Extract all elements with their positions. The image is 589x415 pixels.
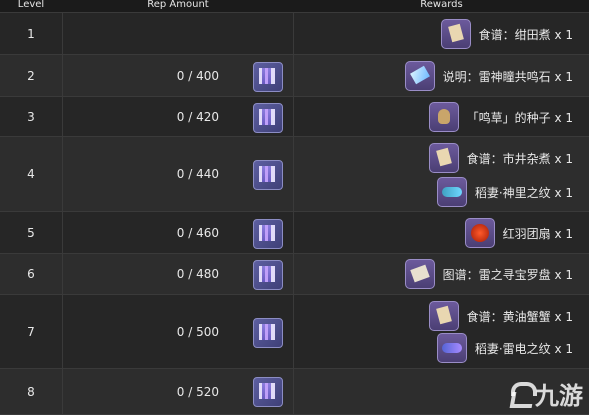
rep-amount: 0 / 480 <box>176 267 219 281</box>
reward-text: 稻妻·神里之纹 x 1 <box>474 185 573 200</box>
level-cell: 6 <box>27 267 35 281</box>
recipe-icon <box>428 301 459 331</box>
rep-cell: 0 / 420 <box>63 97 293 136</box>
reputation-icon <box>253 260 283 290</box>
level-cell: 4 <box>27 167 35 181</box>
rep-cell: 0 / 520 <box>63 369 293 414</box>
rep-amount: 0 / 420 <box>176 109 219 124</box>
blueprint-icon <box>404 259 435 289</box>
rewards-cell: 食谱：绀田煮 x 1 <box>294 13 589 54</box>
rewards-cell: 图谱：雷之寻宝罗盘 x 1 <box>294 254 589 294</box>
reward-item: 说明：雷神瞳共鸣石 x 1 <box>404 61 573 91</box>
rep-cell: 0 / 440 <box>63 137 293 211</box>
rewards-cell: 食谱：市井杂煮 x 1 稻妻·神里之纹 x 1 <box>294 137 589 211</box>
header-rewards: Rewards <box>420 0 463 10</box>
recipe-icon <box>440 19 471 49</box>
table-row: 3 0 / 420 「鸣草」的种子 x 1 <box>0 97 589 137</box>
reward-item: 食谱：市井杂煮 x 1 <box>428 143 573 173</box>
table-row: 7 0 / 500 食谱：黄油蟹蟹 x 1 稻妻·雷电之纹 x 1 <box>0 295 589 369</box>
reputation-icon <box>253 160 283 190</box>
rep-cell: 0 / 500 <box>63 295 293 368</box>
reward-item: 稻妻·雷电之纹 x 1 <box>436 333 573 363</box>
reputation-icon <box>253 219 283 249</box>
table-row: 8 0 / 520 <box>0 369 589 415</box>
level-cell: 7 <box>27 324 35 339</box>
rep-amount: 0 / 460 <box>176 225 219 240</box>
rep-cell: 0 / 480 <box>63 254 293 294</box>
reward-text: 食谱：绀田煮 x 1 <box>478 27 573 42</box>
nameplate-icon <box>436 333 467 363</box>
reward-item: 图谱：雷之寻宝罗盘 x 1 <box>404 259 573 289</box>
rep-amount: 0 / 400 <box>176 68 219 83</box>
header-rep-amount: Rep Amount <box>147 0 209 10</box>
rep-amount: 0 / 500 <box>176 324 219 339</box>
table-row: 4 0 / 440 食谱：市井杂煮 x 1 稻妻·神里之纹 x 1 <box>0 137 589 212</box>
rep-amount: 0 / 440 <box>176 167 219 181</box>
level-cell: 1 <box>27 26 35 41</box>
crystal-icon <box>404 61 435 91</box>
reward-item: 「鸣草」的种子 x 1 <box>428 102 573 132</box>
reward-text: 食谱：市井杂煮 x 1 <box>466 151 573 166</box>
fan-icon <box>464 218 495 248</box>
table-row: 2 0 / 400 说明：雷神瞳共鸣石 x 1 <box>0 55 589 97</box>
level-cell: 8 <box>27 384 35 399</box>
rewards-cell: 说明：雷神瞳共鸣石 x 1 <box>294 55 589 96</box>
level-cell: 2 <box>27 68 35 83</box>
reward-text: 说明：雷神瞳共鸣石 x 1 <box>442 69 573 84</box>
reputation-icon <box>253 103 283 133</box>
rewards-cell: 食谱：黄油蟹蟹 x 1 稻妻·雷电之纹 x 1 <box>294 295 589 368</box>
reward-text: 红羽团扇 x 1 <box>502 226 573 241</box>
reward-item: 食谱：绀田煮 x 1 <box>440 19 573 49</box>
level-cell: 3 <box>27 109 35 124</box>
seed-icon <box>428 102 459 132</box>
table-row: 1 食谱：绀田煮 x 1 <box>0 13 589 55</box>
table-header: Level Rep Amount Rewards <box>0 0 589 13</box>
reward-text: 「鸣草」的种子 x 1 <box>466 110 573 125</box>
rep-cell: 0 / 460 <box>63 212 293 253</box>
nameplate-icon <box>436 177 467 207</box>
reward-item: 稻妻·神里之纹 x 1 <box>436 177 573 207</box>
recipe-icon <box>428 143 459 173</box>
reputation-icon <box>253 318 283 348</box>
reward-text: 食谱：黄油蟹蟹 x 1 <box>466 309 573 324</box>
reward-item: 红羽团扇 x 1 <box>464 218 573 248</box>
reputation-icon <box>253 377 283 407</box>
level-cell: 5 <box>27 225 35 240</box>
rep-cell: 0 / 400 <box>63 55 293 96</box>
reputation-icon <box>253 62 283 92</box>
reward-item: 食谱：黄油蟹蟹 x 1 <box>428 301 573 331</box>
rep-amount: 0 / 520 <box>176 384 219 399</box>
table-row: 5 0 / 460 红羽团扇 x 1 <box>0 212 589 254</box>
reward-text: 图谱：雷之寻宝罗盘 x 1 <box>442 267 573 282</box>
rewards-cell: 红羽团扇 x 1 <box>294 212 589 253</box>
rewards-cell: 「鸣草」的种子 x 1 <box>294 97 589 136</box>
header-level: Level <box>17 0 45 10</box>
reward-text: 稻妻·雷电之纹 x 1 <box>474 341 573 356</box>
table-row: 6 0 / 480 图谱：雷之寻宝罗盘 x 1 <box>0 254 589 295</box>
